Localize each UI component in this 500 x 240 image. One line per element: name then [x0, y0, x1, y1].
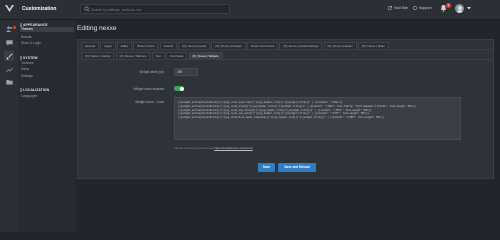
- tab-tabs_row1-8[interactable]: [X] | Nexxe | Global Settings: [279, 42, 323, 49]
- tab-tabs_row1-5[interactable]: [X] | Nexxe | Footer: [178, 42, 211, 49]
- tab-tabs_row1-0[interactable]: General: [81, 42, 99, 49]
- chart-line-icon: [5, 67, 13, 73]
- save-button[interactable]: Save: [258, 163, 275, 172]
- external-link-icon: [388, 6, 392, 10]
- search-input[interactable]: [91, 6, 226, 13]
- tab-tabs_row1-3[interactable]: Button Colors: [133, 42, 159, 49]
- logo-icon[interactable]: [4, 3, 15, 14]
- rail-alert-dot: [13, 26, 16, 29]
- tab-tabs_row1-1[interactable]: Logos: [100, 42, 116, 49]
- rail-users[interactable]: [4, 24, 16, 34]
- top-bar: Customization Visit Site Support 3: [0, 0, 500, 20]
- folder-icon: [5, 80, 13, 85]
- widget-width-label: Widget width (px): [139, 70, 164, 74]
- tab-tabs_row2-0[interactable]: [X] | Nexxe | Colorist: [81, 52, 115, 59]
- chevron-down-icon[interactable]: [467, 7, 471, 10]
- search-icon: [84, 6, 90, 12]
- sidebar-section-localization: LOCALIZATION: [20, 88, 49, 92]
- widget-icons-toggle[interactable]: [174, 86, 184, 91]
- sidebar-section-system: SYSTEM: [20, 56, 38, 60]
- avatar[interactable]: [455, 4, 464, 13]
- sidebar-item-brands[interactable]: Brands: [20, 35, 74, 40]
- sidebar-item-store-login[interactable]: Store & Login: [20, 41, 74, 46]
- icons-help-text: The list of icons can be found at https:…: [174, 146, 253, 150]
- sidebar-item-themes[interactable]: Themes: [20, 27, 74, 32]
- tab-tabs_row2-1[interactable]: [X] | Nexxe | Tabicons: [115, 52, 151, 59]
- visit-site-link[interactable]: Visit Site: [388, 6, 408, 10]
- code-line: {{{widget_extras|block=block}}}"{{{wg_st…: [178, 116, 385, 120]
- rail-discussions[interactable]: [4, 38, 14, 48]
- tab-tabs_row1-10[interactable]: [X] | Nexxe | Slider: [357, 42, 389, 49]
- support-icon: [413, 6, 417, 10]
- rail-files[interactable]: [4, 77, 14, 87]
- fontawesome-link[interactable]: https://fontawesome.com/icons: [214, 146, 252, 150]
- widget-width-input[interactable]: 250: [174, 68, 198, 76]
- rail-appearance[interactable]: [4, 51, 14, 61]
- support-label: Support: [419, 6, 432, 10]
- sidebar-item-toolbars[interactable]: Toolbars: [20, 61, 74, 66]
- tab-bar-secondary: [X] | Nexxe | Colorist [X] | Nexxe | Tabi…: [78, 51, 493, 60]
- search-box[interactable]: [80, 4, 230, 14]
- tab-bar-primary: General Logos Editor Button Colors Colorist[…: [78, 41, 493, 50]
- save-and-reload-button[interactable]: Save and Reload: [278, 163, 316, 172]
- sidebar-item-languages[interactable]: Languages: [20, 94, 74, 99]
- sidebar-item-settings[interactable]: Settings: [20, 74, 74, 79]
- brush-icon: [6, 53, 12, 59]
- tab-tabs_row1-9[interactable]: [X] | Nexxe | Header: [323, 42, 357, 49]
- tab-tabs_row1-2[interactable]: Editor: [116, 42, 133, 49]
- sidebar-item-menu[interactable]: Menu: [20, 67, 74, 72]
- widget-icons-code-label: Widget icons - Code: [135, 100, 164, 104]
- notification-badge: 3: [446, 3, 451, 8]
- tab-tabs_row2-4[interactable]: [X] | Nexxe | Widgets: [188, 52, 223, 59]
- page-title: Editing nexxe: [77, 25, 117, 32]
- support-link[interactable]: Support: [413, 6, 432, 10]
- widget-icons-code-textarea[interactable]: {{{widget_extras|block=block}}}"{{{wg_ic…: [174, 97, 461, 140]
- visit-site-label: Visit Site: [394, 6, 408, 10]
- tab-tabs_row1-4[interactable]: Colorist: [159, 42, 178, 49]
- tab-tabs_row2-3[interactable]: Font Scale: [166, 52, 188, 59]
- tab-tabs_row1-6[interactable]: [X] | Nexxe | Ponders: [211, 42, 246, 49]
- app-title: Customization: [22, 6, 57, 12]
- tab-tabs_row1-7[interactable]: Footer Font Colors: [246, 42, 279, 49]
- rail-statistics[interactable]: [4, 65, 14, 75]
- users-icon: [5, 26, 12, 32]
- sidebar: APPEARANCE Themes Brands Store & Login S…: [18, 20, 76, 232]
- tab-tabs_row2-2[interactable]: Text: [151, 52, 165, 59]
- icon-rail: [0, 20, 18, 232]
- widget-icons-label: Widget icons enabled: [133, 87, 164, 91]
- chat-icon: [5, 40, 13, 46]
